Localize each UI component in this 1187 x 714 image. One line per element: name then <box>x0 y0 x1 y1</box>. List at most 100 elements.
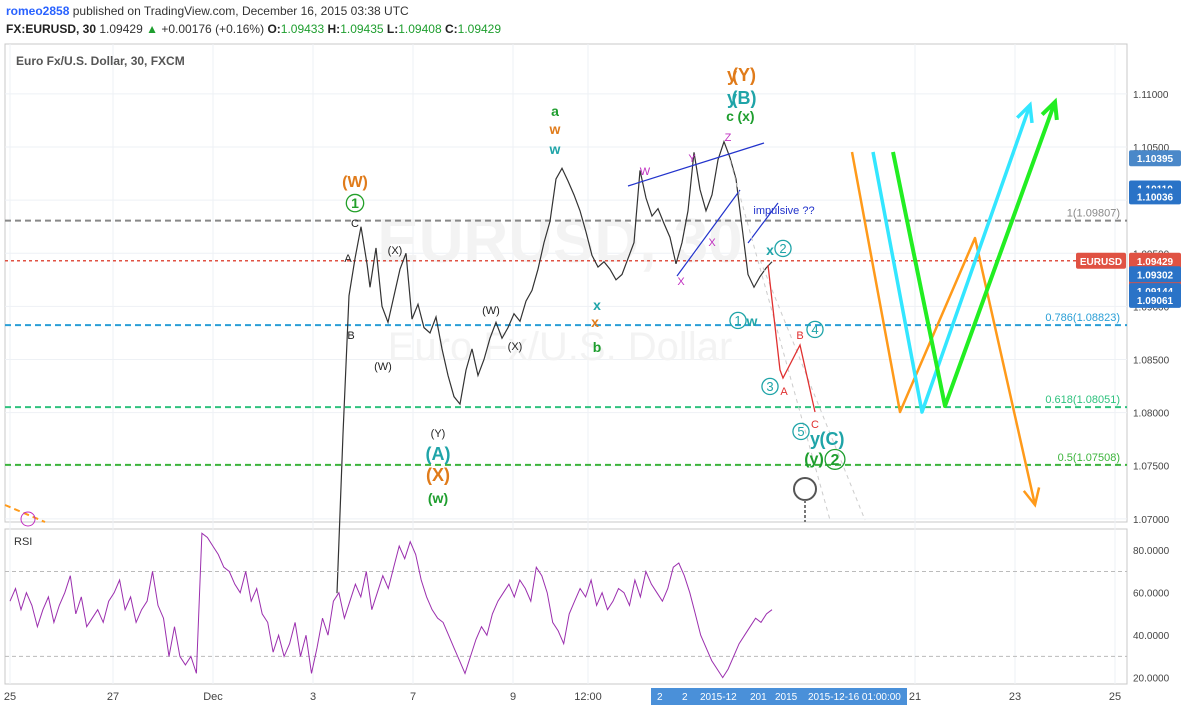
clipped-time-label: 2015-12 <box>700 692 737 703</box>
rsi-tick-label: 20.0000 <box>1133 674 1170 685</box>
wave-label: 4 <box>811 322 818 337</box>
open-label: O: <box>267 22 281 36</box>
wave-label: B <box>796 330 803 342</box>
fib-level-label: 0.618(1.08051) <box>1045 394 1120 406</box>
symbol-label: FX:EURUSD, 30 <box>6 22 97 36</box>
price-tick-label: 1.08500 <box>1133 355 1170 366</box>
up-arrow-icon: ▲ <box>146 22 158 36</box>
wave-label: A <box>344 253 352 265</box>
wave-label: (Y) <box>431 428 446 440</box>
high-value: 1.09435 <box>340 22 384 36</box>
fib-level-label: 0.5(1.07508) <box>1058 452 1120 464</box>
us-event-icon <box>793 477 817 501</box>
rsi-pane <box>4 528 1128 685</box>
low-label: L: <box>386 22 399 36</box>
wave-label: 1 <box>734 313 741 328</box>
wave-label: 2 <box>831 452 840 469</box>
author-link[interactable]: romeo2858 <box>6 4 69 18</box>
wave-label: (X) <box>426 465 450 485</box>
time-tick-label: 3 <box>310 691 316 703</box>
wave-label: W <box>640 166 651 178</box>
publish-info: published on TradingView.com, December 1… <box>72 4 409 18</box>
wave-label: (B) <box>732 88 757 108</box>
wave-label: w <box>549 141 561 157</box>
crosshair-time-label: 2015-12-16 01:00:00 <box>808 692 901 703</box>
time-tick-label: 9 <box>510 691 516 703</box>
wave-label: 5 <box>797 424 804 439</box>
chart-title: Euro Fx/U.S. Dollar, 30, FXCM <box>16 54 185 68</box>
low-value: 1.09408 <box>398 22 442 36</box>
time-tick-label: Dec <box>203 691 223 703</box>
wave-label: (Y) <box>732 65 756 85</box>
price-flag-label: 1.09061 <box>1137 296 1174 307</box>
time-tick-label: 25 <box>4 691 16 703</box>
clipped-time-label: 201 <box>750 692 767 703</box>
time-tick-label: 27 <box>107 691 119 703</box>
price-tick-label: 1.11000 <box>1133 90 1169 101</box>
publish-line: romeo2858 published on TradingView.com, … <box>6 4 409 18</box>
price-change: +0.00176 (+0.16%) <box>161 22 265 36</box>
price-flag-label: 1.10395 <box>1137 154 1174 165</box>
price-tick-label: 1.08000 <box>1133 409 1170 420</box>
wave-label: (W) <box>482 305 500 317</box>
wave-label: Y <box>688 153 696 165</box>
wave-label: C <box>351 218 359 230</box>
clipped-time-label: 2015 <box>775 692 798 703</box>
ohlc-line: FX:EURUSD, 30 1.09429 ▲ +0.00176 (+0.16%… <box>6 22 501 36</box>
wave-label: 1 <box>351 195 359 211</box>
wave-label: x <box>766 242 774 258</box>
wave-label: (W) <box>342 174 368 191</box>
fib-level-label: 1(1.09807) <box>1067 208 1120 220</box>
wave-label: 3 <box>766 379 773 394</box>
rsi-tick-label: 40.0000 <box>1133 631 1170 642</box>
price-tick-label: 1.07500 <box>1133 462 1170 473</box>
time-tick-label: 25 <box>1109 691 1121 703</box>
close-value: 1.09429 <box>457 22 502 36</box>
open-value: 1.09433 <box>280 22 325 36</box>
fib-level-label: 0.786(1.08823) <box>1045 312 1120 324</box>
wave-label: (y) <box>804 451 824 468</box>
symbol-flag-label: EURUSD <box>1080 257 1122 268</box>
rsi-tick-label: 60.0000 <box>1133 589 1170 600</box>
wave-label: (X) <box>388 245 403 257</box>
wave-label: 2 <box>779 241 786 256</box>
wave-label: B <box>347 330 354 342</box>
wave-label: (C) <box>820 429 845 449</box>
watermark-name: Euro Fx/U.S. Dollar <box>388 325 733 369</box>
wave-label: x <box>591 314 599 330</box>
price-pane <box>4 43 1128 523</box>
rsi-label: RSI <box>14 536 32 548</box>
wave-label: Z <box>725 132 732 144</box>
wave-label: X <box>677 276 685 288</box>
rsi-tick-label: 80.0000 <box>1133 546 1170 557</box>
wave-label: c <box>726 108 734 124</box>
wave-label: (W) <box>374 361 392 373</box>
time-tick-label: 21 <box>909 691 921 703</box>
chart-header: romeo2858 published on TradingView.com, … <box>0 0 1187 42</box>
wave-label: y <box>810 429 820 449</box>
wave-label: (A) <box>426 444 451 464</box>
wave-label: a <box>551 103 559 119</box>
high-label: H: <box>327 22 341 36</box>
time-tick-label: 23 <box>1009 691 1021 703</box>
clipped-time-label: 2 <box>657 692 663 703</box>
wave-label: X <box>708 237 716 249</box>
price-chart[interactable]: 1.070001.075001.080001.085001.090001.095… <box>0 42 1187 714</box>
wave-label: (X) <box>508 341 523 353</box>
wave-label: (w) <box>428 490 448 506</box>
price-flag-label: 1.09302 <box>1137 270 1174 281</box>
wave-label: impulsive ?? <box>753 205 814 217</box>
price-flag-label: 1.10036 <box>1137 192 1174 203</box>
close-label: C: <box>444 22 458 36</box>
wave-label: A <box>780 386 788 398</box>
clipped-time-label: 2 <box>682 692 688 703</box>
time-tick-label: 12:00 <box>574 691 602 703</box>
last-price: 1.09429 <box>99 22 143 36</box>
price-tick-label: 1.07000 <box>1133 515 1170 526</box>
wave-label: (x) <box>737 108 754 124</box>
wave-label: w <box>549 121 561 137</box>
price-flag-label: 1.09429 <box>1137 257 1174 268</box>
watermark-symbol: EURUSD, 30 <box>377 207 742 276</box>
wave-label: b <box>593 339 602 355</box>
wave-label: w <box>746 313 758 329</box>
